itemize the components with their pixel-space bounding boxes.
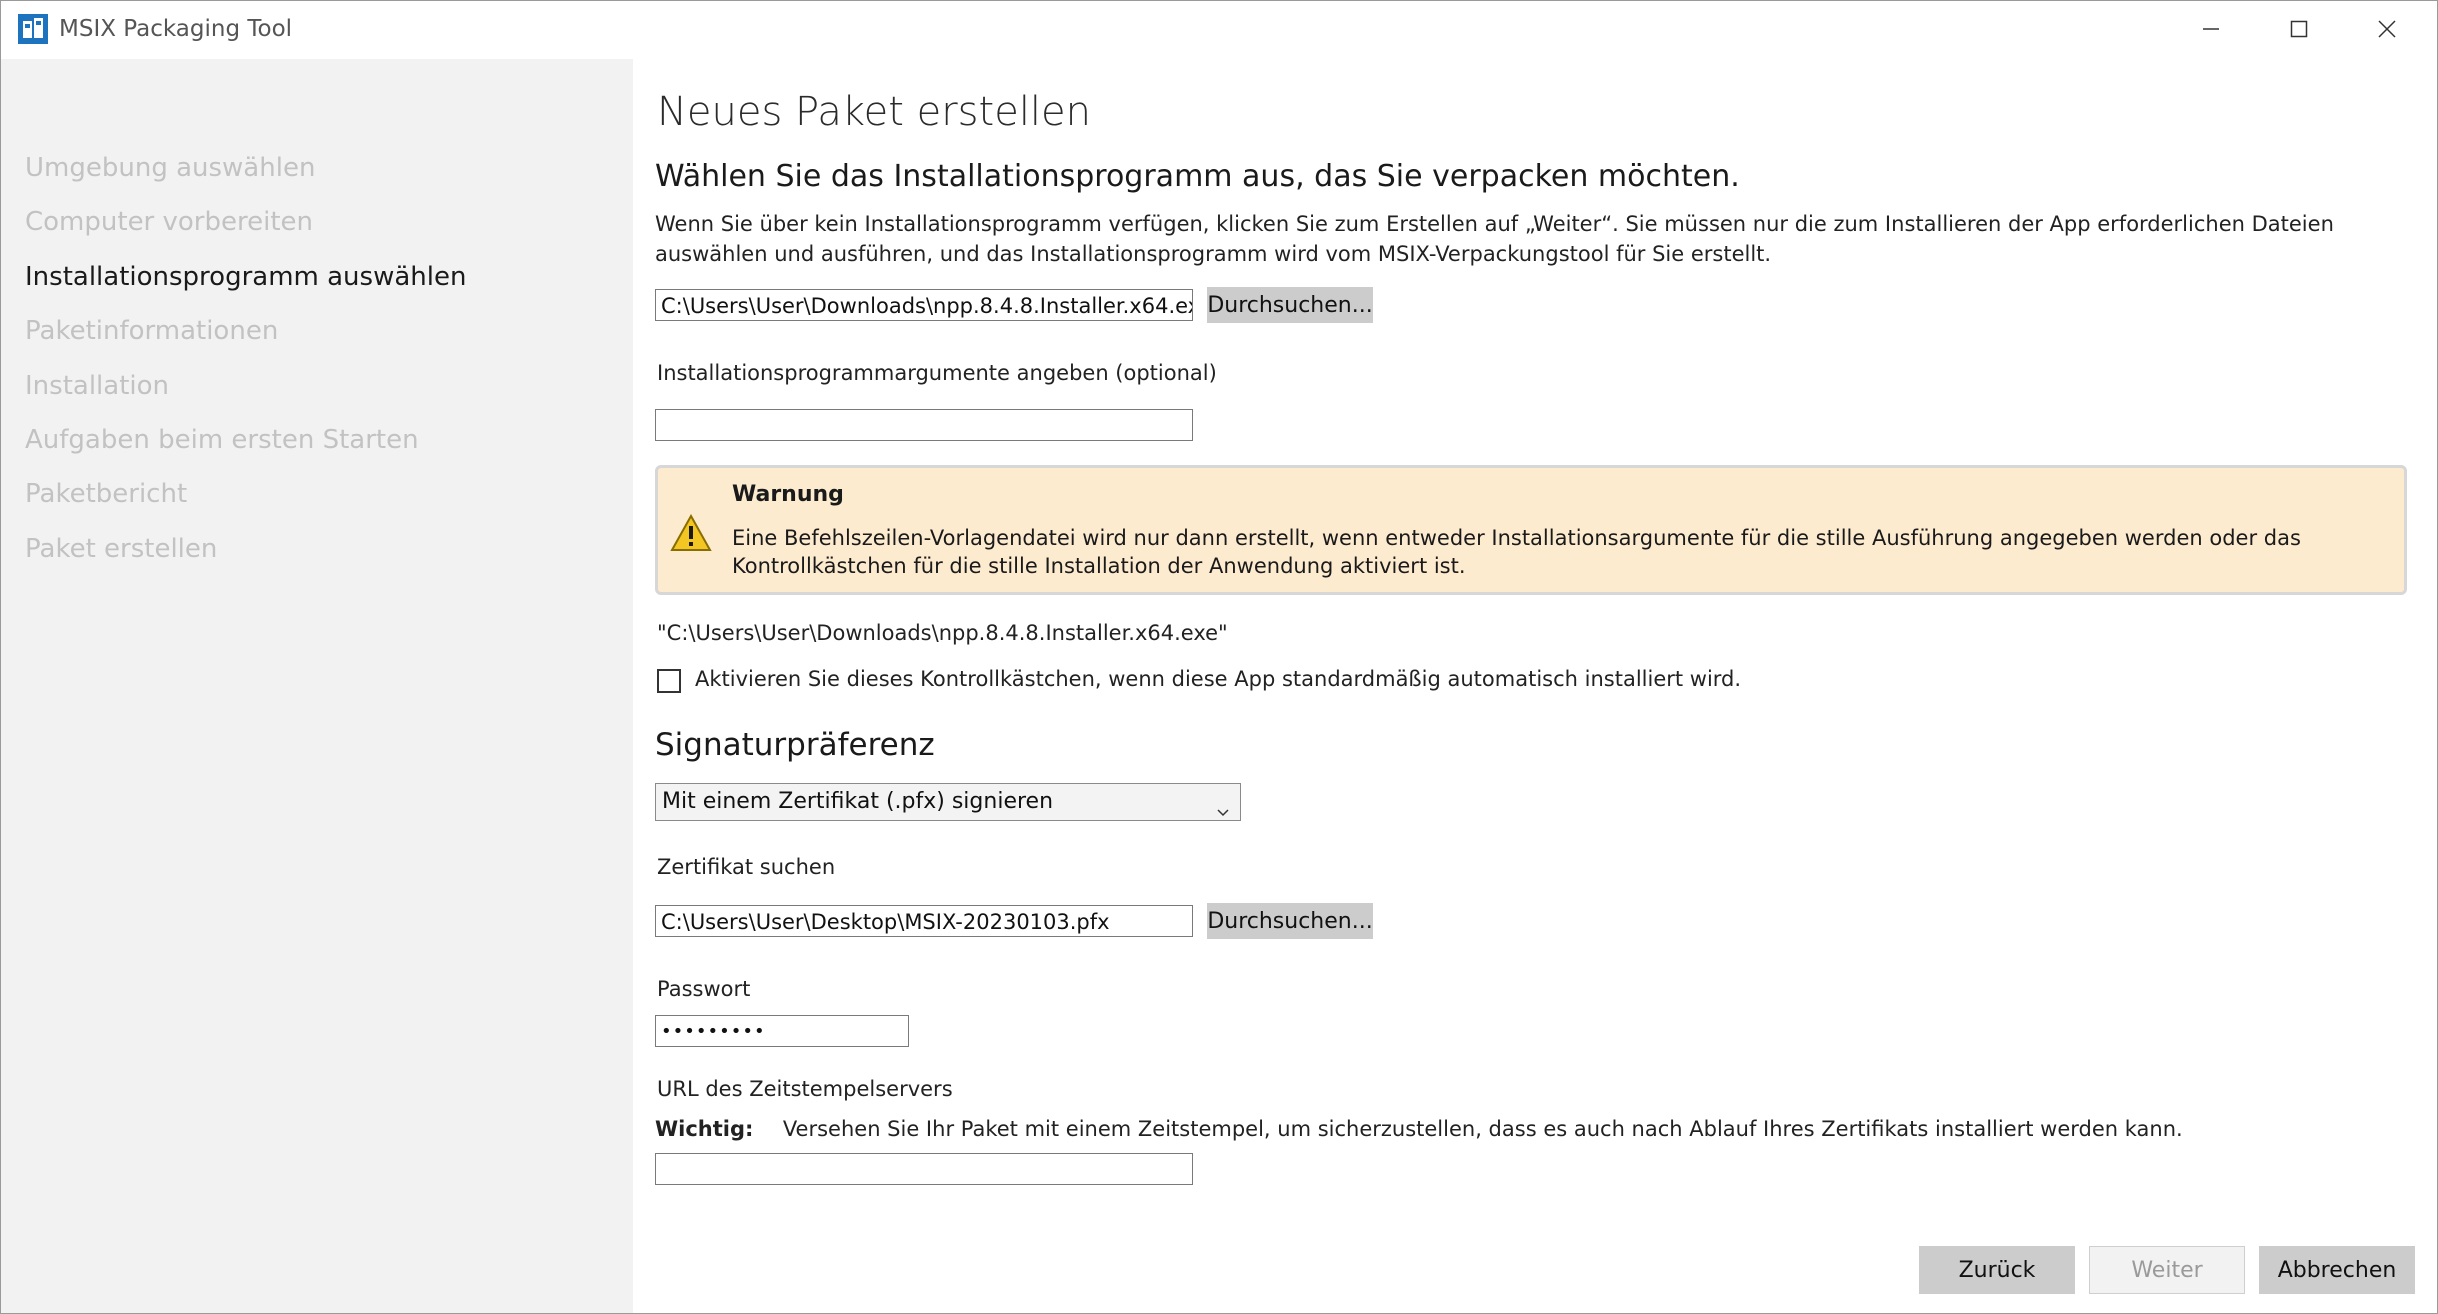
cancel-button[interactable]: Abbrechen	[2259, 1246, 2415, 1294]
app-window: MSIX Packaging Tool Umgebung auswählen C…	[0, 0, 2438, 1314]
title-bar: MSIX Packaging Tool	[1, 1, 2437, 57]
description-text: Wenn Sie über kein Installationsprogramm…	[655, 212, 2334, 266]
browse-certificate-button[interactable]: Durchsuchen...	[1207, 903, 1373, 939]
important-text: Versehen Sie Ihr Paket mit einem Zeitste…	[782, 1117, 2183, 1141]
back-button[interactable]: Zurück	[1919, 1246, 2075, 1294]
minimize-button[interactable]	[2167, 1, 2255, 57]
timestamp-url-input[interactable]	[655, 1153, 1193, 1185]
password-input[interactable]: •••••••••	[655, 1015, 909, 1047]
minimize-icon	[2202, 20, 2220, 38]
certificate-path-input[interactable]: C:\Users\User\Desktop\MSIX-20230103.pfx	[655, 905, 1193, 937]
sidebar-item-aufgaben: Aufgaben beim ersten Starten	[25, 425, 419, 455]
timestamp-label: URL des Zeitstempelservers	[657, 1077, 953, 1101]
important-note: Wichtig: Versehen Sie Ihr Paket mit eine…	[655, 1117, 2183, 1141]
maximize-button[interactable]	[2255, 1, 2343, 57]
certificate-label: Zertifikat suchen	[657, 855, 836, 879]
signing-heading: Signaturpräferenz	[655, 727, 935, 763]
next-button[interactable]: Weiter	[2089, 1246, 2245, 1294]
warning-icon	[670, 513, 712, 556]
maximize-icon	[2290, 20, 2308, 38]
close-button[interactable]	[2343, 1, 2431, 57]
sidebar-item-umgebung: Umgebung auswählen	[25, 153, 316, 183]
sidebar-item-computer: Computer vorbereiten	[25, 207, 314, 237]
msix-app-icon	[17, 13, 49, 45]
installer-args-input[interactable]	[655, 409, 1193, 441]
sidebar-item-paket-erstellen: Paket erstellen	[25, 534, 218, 564]
warning-text: Eine Befehlszeilen-Vorlagendatei wird nu…	[732, 526, 2301, 578]
warning-box: Warnung Eine Befehlszeilen-Vorlagendatei…	[655, 465, 2407, 595]
sidebar-item-paketbericht: Paketbericht	[25, 479, 188, 509]
main-content: Neues Paket erstellen Wählen Sie das Ins…	[633, 59, 2437, 1313]
installer-args-label: Installationsprogrammargumente angeben (…	[657, 361, 1217, 385]
chevron-down-icon	[1216, 794, 1230, 830]
important-key: Wichtig:	[655, 1117, 754, 1141]
sidebar-item-installation: Installation	[25, 371, 170, 401]
auto-install-checkbox[interactable]	[657, 669, 681, 693]
subheading: Wählen Sie das Installationsprogramm aus…	[655, 159, 1740, 194]
page-title: Neues Paket erstellen	[657, 89, 1092, 135]
sidebar-item-installationsprogramm: Installationsprogramm auswählen	[25, 262, 467, 292]
warning-title: Warnung	[732, 482, 844, 507]
close-icon	[2377, 19, 2397, 39]
browse-installer-button[interactable]: Durchsuchen...	[1207, 287, 1373, 323]
auto-install-label: Aktivieren Sie dieses Kontrollkästchen, …	[695, 667, 1742, 691]
password-label: Passwort	[657, 977, 751, 1001]
signing-selected-value: Mit einem Zertifikat (.pfx) signieren	[662, 789, 1054, 814]
installer-path-input[interactable]: C:\Users\User\Downloads\npp.8.4.8.Instal…	[655, 289, 1193, 321]
signing-preference-select[interactable]: Mit einem Zertifikat (.pfx) signieren	[655, 783, 1241, 821]
sidebar: Umgebung auswählen Computer vorbereiten …	[1, 59, 633, 1313]
sidebar-item-paketinformationen: Paketinformationen	[25, 316, 279, 346]
command-preview: "C:\Users\User\Downloads\npp.8.4.8.Insta…	[657, 621, 1228, 645]
window-title: MSIX Packaging Tool	[59, 16, 293, 42]
